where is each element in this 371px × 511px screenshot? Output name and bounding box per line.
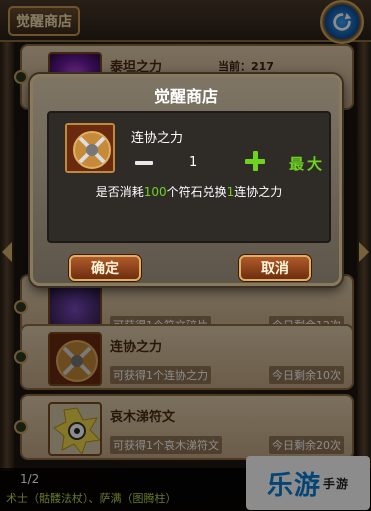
exchange-confirm-text: 是否消耗100个符石兑换1连协之力 <box>49 183 329 200</box>
dialog-content: 连协之力 1 最大 是否消耗100个符石兑换1连协之力 <box>47 111 331 243</box>
purchase-dialog: 觉醒商店 连协之力 1 最大 是否消耗100个符石兑换1连协之力 确定 取消 <box>30 74 342 286</box>
quantity-max-button[interactable]: 最大 <box>289 153 325 174</box>
quantity-value: 1 <box>189 155 198 170</box>
combo-power-icon <box>65 123 115 173</box>
dialog-title: 觉醒商店 <box>153 87 218 106</box>
quantity-plus-button[interactable] <box>245 151 265 171</box>
confirm-suffix: 连协之力 <box>234 185 283 199</box>
confirm-button[interactable]: 确定 <box>69 255 141 281</box>
confirm-prefix: 是否消耗 <box>95 185 144 199</box>
confirm-middle: 个符石兑换 <box>166 185 227 199</box>
quantity-minus-button[interactable] <box>133 155 155 171</box>
cost-amount: 100 <box>143 185 167 199</box>
cancel-button[interactable]: 取消 <box>239 255 311 281</box>
dialog-item-name: 连协之力 <box>131 131 184 146</box>
